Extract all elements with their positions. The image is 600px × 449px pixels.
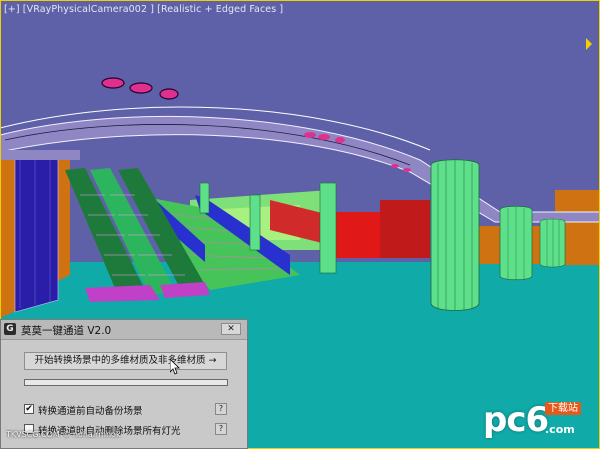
logo-main: pc6 — [483, 400, 549, 440]
start-convert-button[interactable]: 开始转换场景中的多维材质及非多维材质 → — [24, 352, 227, 370]
column-large — [430, 159, 480, 311]
logo-domain: .com — [545, 423, 575, 436]
delete-lights-help-button[interactable]: ? — [215, 423, 227, 435]
logo-sub: 下载站 — [545, 402, 581, 415]
close-button[interactable]: ✕ — [221, 323, 241, 335]
progress-bar — [24, 379, 228, 386]
site-logo: pc6 下载站 .com — [483, 400, 593, 440]
watermark-text: TKVSCG.COM © nohairmnok — [6, 430, 121, 439]
option-backup-row: ✔ 转换通道前自动备份场景 — [24, 403, 234, 417]
app-logo-icon: G — [4, 323, 16, 335]
dialog-title: 莫莫一键通道 V2.0 — [21, 325, 112, 337]
backup-checkbox[interactable]: ✔ — [24, 404, 34, 414]
backup-label: 转换通道前自动备份场景 — [38, 406, 143, 417]
mouse-pointer-icon — [170, 359, 180, 375]
backup-help-button[interactable]: ? — [215, 403, 227, 415]
close-icon: ✕ — [227, 324, 235, 334]
viewport-label[interactable]: [+] [VRayPhysicalCamera002 ] [Realistic … — [4, 4, 283, 15]
dialog-titlebar[interactable]: G 莫莫一键通道 V2.0 ✕ — [1, 320, 247, 340]
